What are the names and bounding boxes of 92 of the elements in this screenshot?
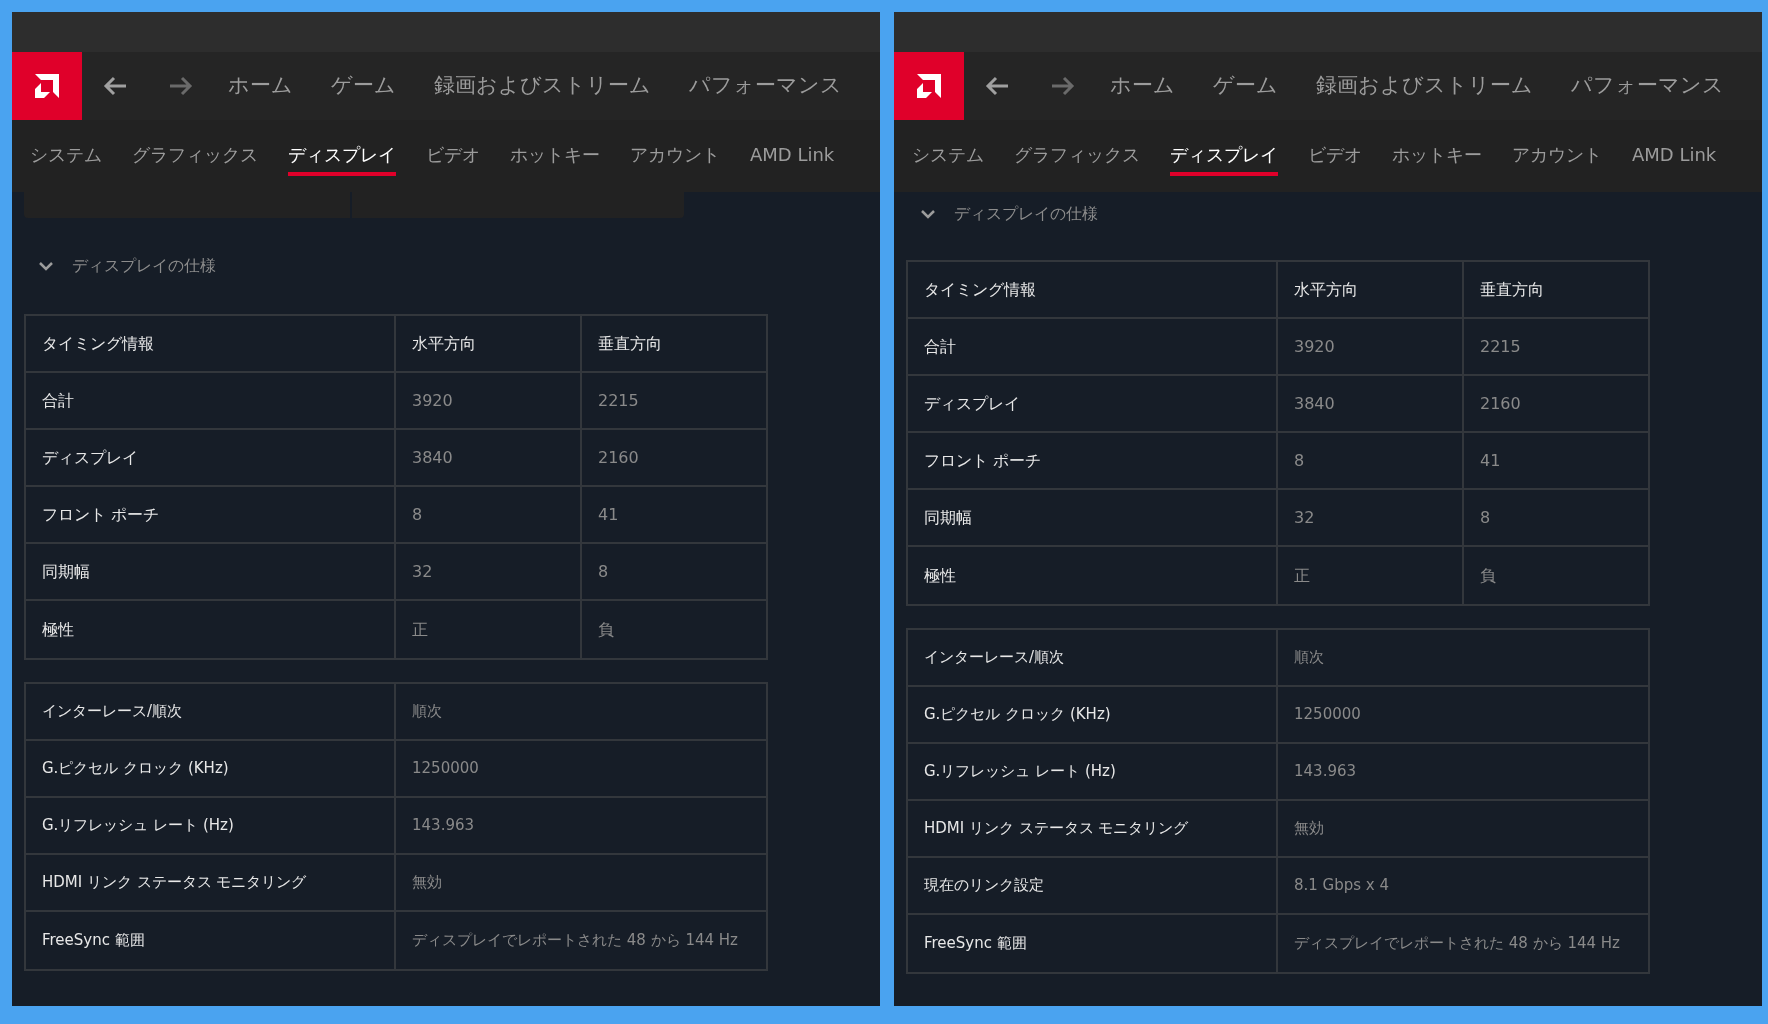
table-cell: 3920 [1278, 319, 1464, 374]
table-cell: G.リフレッシュ レート (Hz) [26, 798, 396, 853]
nav-item[interactable]: ホーム [228, 70, 293, 102]
tab[interactable]: アカウント [630, 140, 720, 172]
table-cell-text: 2160 [1479, 392, 1522, 415]
chevron-icon[interactable] [920, 209, 936, 219]
table-cell: HDMI リンク ステータス モニタリング [908, 801, 1278, 856]
table-cell: 極性 [908, 547, 1278, 604]
table-cell: インターレース/順次 [26, 684, 396, 739]
table-cell: G.リフレッシュ レート (Hz) [908, 744, 1278, 799]
tab[interactable]: ビデオ [1308, 140, 1362, 172]
nav-item[interactable]: 録画およびストリーム [1316, 70, 1533, 102]
column-header: 垂直方向 [597, 332, 663, 355]
table-cell: インターレース/順次 [908, 630, 1278, 685]
table-cell: 3920 [396, 373, 582, 428]
table-cell: FreeSync 範囲 [908, 915, 1278, 972]
table-cell: 正 [1278, 547, 1464, 604]
logo-icon [914, 71, 944, 101]
nav-item[interactable]: パフォーマンス [1571, 70, 1724, 102]
table-cell-text: 順次 [1293, 647, 1325, 669]
column-header: タイミング情報 [26, 316, 396, 371]
table-cell-text: 41 [1479, 449, 1502, 472]
tab[interactable]: システム [30, 140, 102, 172]
column-header: 水平方向 [1278, 262, 1464, 317]
table-cell-text: 無効 [1293, 818, 1325, 840]
table-cell-text: 143.963 [1293, 761, 1358, 783]
nav-item[interactable]: パフォーマンス [689, 70, 842, 102]
logo-icon [32, 71, 62, 101]
tab[interactable]: グラフィックス [132, 140, 258, 172]
section-title: ディスプレイの仕様 [954, 203, 1098, 225]
back-arrow-icon[interactable] [984, 75, 1010, 97]
section-title: ディスプレイの仕様 [72, 255, 216, 277]
column-header: タイミング情報 [908, 262, 1278, 317]
column-header: 垂直方向 [1479, 278, 1545, 301]
nav-item[interactable]: ホーム [1110, 70, 1175, 102]
column-header: 水平方向 [396, 316, 582, 371]
logo-tile[interactable] [894, 52, 964, 120]
tab[interactable]: AMD Link [750, 140, 835, 172]
table-cell-text: 8.1 Gbps x 4 [1293, 875, 1391, 897]
tab[interactable]: ホットキー [510, 140, 600, 172]
chevron-icon[interactable] [38, 261, 54, 271]
table-cell: FreeSync 範囲 [26, 912, 396, 969]
nav-item[interactable]: 録画およびストリーム [434, 70, 651, 102]
tab[interactable]: ディスプレイ [288, 136, 396, 176]
table-cell: 8 [396, 487, 582, 542]
table-cell: 正 [396, 601, 582, 658]
table-cell-text: 無効 [411, 872, 443, 894]
table-cell-text: 2160 [597, 446, 640, 469]
table-cell: 同期幅 [908, 490, 1278, 545]
table-cell-text: 41 [597, 503, 620, 526]
table-cell-text: 8 [597, 560, 610, 583]
table-cell: HDMI リンク ステータス モニタリング [26, 855, 396, 910]
table-cell: ディスプレイ [908, 376, 1278, 431]
table-cell: G.ピクセル クロック (KHz) [26, 741, 396, 796]
nav-item[interactable]: ゲーム [1213, 70, 1278, 102]
table-cell: 合計 [908, 319, 1278, 374]
table-cell-text: 順次 [411, 701, 443, 723]
tab[interactable]: ディスプレイ [1170, 136, 1278, 176]
tab[interactable]: ホットキー [1392, 140, 1482, 172]
logo-tile[interactable] [12, 52, 82, 120]
table-cell-text: 1250000 [411, 758, 480, 780]
table-cell: G.ピクセル クロック (KHz) [908, 687, 1278, 742]
table-cell-text: ディスプレイでレポートされた 48 から 144 Hz [1293, 933, 1621, 955]
tab[interactable]: グラフィックス [1014, 140, 1140, 172]
back-arrow-icon[interactable] [102, 75, 128, 97]
table-cell-text: 負 [597, 618, 615, 641]
table-cell-text: 負 [1479, 564, 1497, 587]
table-cell: フロント ポーチ [26, 487, 396, 542]
tab[interactable]: AMD Link [1632, 140, 1717, 172]
table-cell: 32 [1278, 490, 1464, 545]
table-cell-text: 1250000 [1293, 704, 1362, 726]
table-cell: 同期幅 [26, 544, 396, 599]
table-cell: 極性 [26, 601, 396, 658]
forward-arrow-icon[interactable] [1050, 75, 1076, 97]
forward-arrow-icon[interactable] [168, 75, 194, 97]
table-cell-text: ディスプレイでレポートされた 48 から 144 Hz [411, 930, 739, 952]
table-cell: ディスプレイ [26, 430, 396, 485]
table-cell-text: 8 [1479, 506, 1492, 529]
table-cell: 8 [1278, 433, 1464, 488]
tab[interactable]: ビデオ [426, 140, 480, 172]
tab[interactable]: システム [912, 140, 984, 172]
table-cell-text: 2215 [1479, 335, 1522, 358]
table-cell: フロント ポーチ [908, 433, 1278, 488]
table-cell: 合計 [26, 373, 396, 428]
table-cell: 32 [396, 544, 582, 599]
table-cell-text: 143.963 [411, 815, 476, 837]
table-cell-text: 2215 [597, 389, 640, 412]
table-cell: 現在のリンク設定 [908, 858, 1278, 913]
table-cell: 3840 [396, 430, 582, 485]
nav-item[interactable]: ゲーム [331, 70, 396, 102]
table-cell: 3840 [1278, 376, 1464, 431]
tab[interactable]: アカウント [1512, 140, 1602, 172]
